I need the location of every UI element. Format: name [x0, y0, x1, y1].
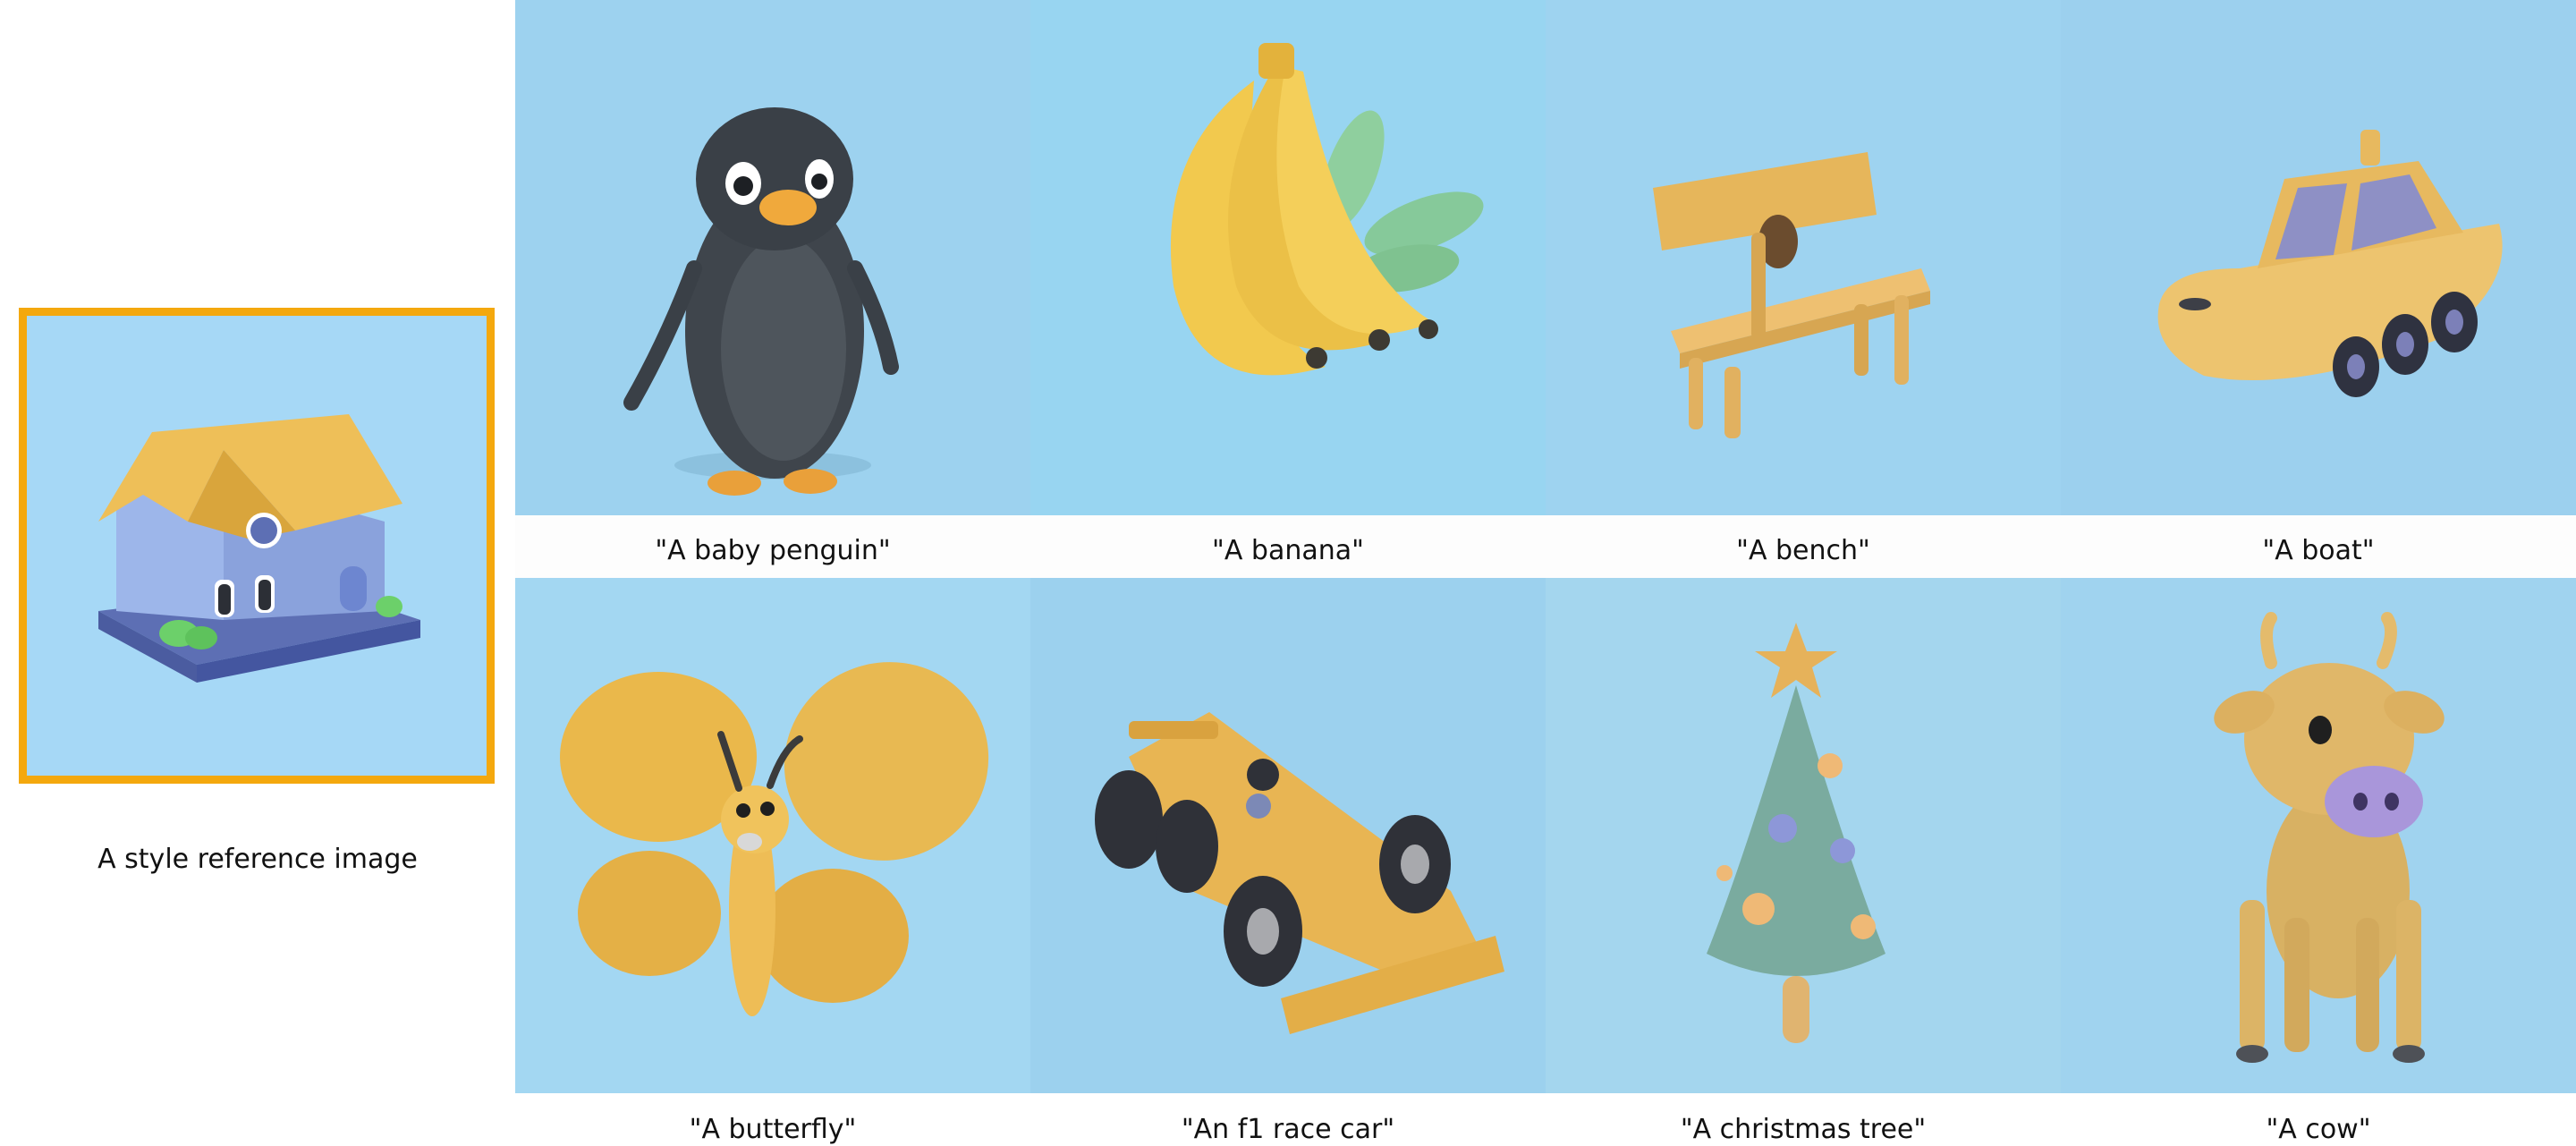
image-tile-boat	[2061, 0, 2576, 515]
reference-caption: A style reference image	[97, 844, 418, 875]
image-tile-banana	[1030, 0, 1546, 515]
caption-cow: "A cow"	[2266, 1114, 2371, 1145]
house-icon	[27, 316, 487, 776]
caption-banana: "A banana"	[1212, 535, 1364, 566]
caption-bench: "A bench"	[1736, 535, 1870, 566]
caption-race-car: "An f1 race car"	[1181, 1114, 1395, 1145]
caption-penguin: "A baby penguin"	[655, 535, 891, 566]
image-tile-penguin	[515, 0, 1030, 515]
banana-icon	[1030, 0, 1546, 515]
boat-icon	[2061, 0, 2576, 515]
image-tile-bench	[1546, 0, 2061, 515]
image-tile-christmas-tree	[1546, 578, 2061, 1093]
christmas-tree-icon	[1546, 578, 2061, 1093]
style-reference-image	[19, 308, 495, 784]
bench-icon	[1546, 0, 2061, 515]
caption-butterfly: "A butterfly"	[689, 1114, 857, 1145]
image-tile-butterfly	[515, 578, 1030, 1093]
image-tile-cow	[2061, 578, 2576, 1093]
caption-boat: "A boat"	[2262, 535, 2375, 566]
butterfly-icon	[515, 578, 1030, 1093]
image-tile-race-car	[1030, 578, 1546, 1093]
cow-icon	[2061, 578, 2576, 1093]
race-car-icon	[1030, 578, 1546, 1093]
penguin-icon	[515, 0, 1030, 515]
caption-christmas-tree: "A christmas tree"	[1680, 1114, 1927, 1145]
